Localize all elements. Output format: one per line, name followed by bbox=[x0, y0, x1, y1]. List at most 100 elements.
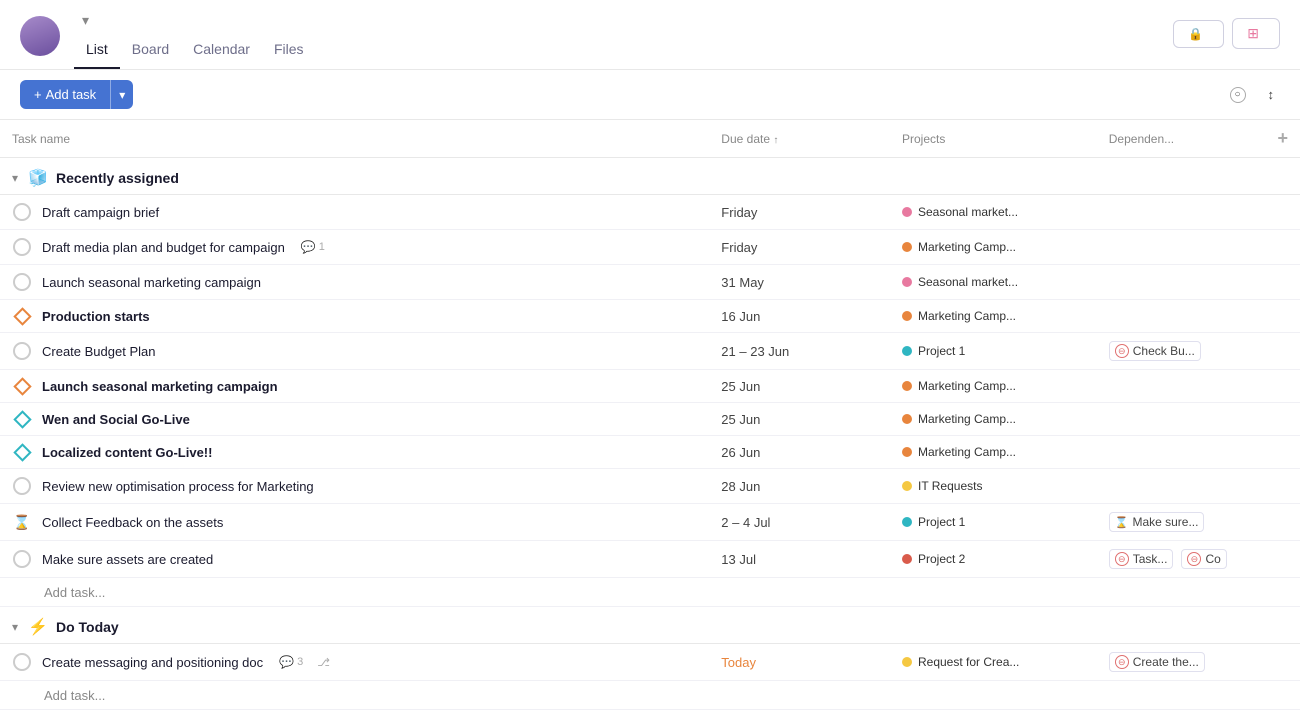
task-icon bbox=[12, 653, 32, 671]
task-icon bbox=[12, 413, 32, 426]
task-depends-cell bbox=[1097, 469, 1266, 504]
project-name: Marketing Camp... bbox=[918, 445, 1016, 459]
project-badge[interactable]: Project 1 bbox=[902, 344, 1085, 358]
col-header-depends: Dependen... bbox=[1097, 120, 1266, 158]
task-project-cell: Seasonal market... bbox=[890, 265, 1097, 300]
project-badge[interactable]: Marketing Camp... bbox=[902, 309, 1085, 323]
project-badge[interactable]: Project 1 bbox=[902, 515, 1085, 529]
table-row[interactable]: ⌛ Collect Feedback on the assets 2 – 4 J… bbox=[0, 504, 1300, 541]
tab-calendar[interactable]: Calendar bbox=[181, 35, 262, 69]
task-name[interactable]: Create messaging and positioning doc bbox=[42, 655, 263, 670]
task-project-cell: Project 1 bbox=[890, 504, 1097, 541]
table-row[interactable]: Review new optimisation process for Mark… bbox=[0, 469, 1300, 504]
project-dot bbox=[902, 447, 912, 457]
task-name-cell: Create Budget Plan bbox=[0, 333, 709, 370]
col-header-due[interactable]: Due date ↑ bbox=[709, 120, 890, 158]
table-row[interactable]: Make sure assets are created 13 Jul Proj… bbox=[0, 541, 1300, 578]
section-collapse-recently-assigned[interactable]: ▾ bbox=[12, 171, 18, 185]
due-date: 13 Jul bbox=[721, 552, 756, 567]
customize-button[interactable]: ⊞ bbox=[1232, 18, 1280, 49]
tab-board[interactable]: Board bbox=[120, 35, 181, 69]
task-name-cell: Draft campaign brief bbox=[0, 195, 709, 230]
project-badge[interactable]: Marketing Camp... bbox=[902, 445, 1085, 459]
task-due-cell: 28 Jun bbox=[709, 469, 890, 504]
task-add-cell bbox=[1265, 195, 1300, 230]
task-due-cell: 2 – 4 Jul bbox=[709, 504, 890, 541]
add-task-dropdown-button[interactable]: ▾ bbox=[110, 80, 133, 109]
comment-badge: 💬 3 bbox=[279, 655, 303, 669]
project-badge[interactable]: IT Requests bbox=[902, 479, 1085, 493]
task-depends-cell bbox=[1097, 436, 1266, 469]
task-name-cell: Review new optimisation process for Mark… bbox=[0, 469, 709, 504]
project-name: Project 2 bbox=[918, 552, 965, 566]
task-icon bbox=[12, 310, 32, 323]
task-depends-cell: ⊖ Task... ⊖ Co bbox=[1097, 541, 1266, 578]
table-row[interactable]: Create messaging and positioning doc 💬 3… bbox=[0, 644, 1300, 681]
title-dropdown-icon[interactable]: ▾ bbox=[82, 12, 89, 29]
col-header-add[interactable]: + bbox=[1265, 120, 1300, 158]
avatar[interactable] bbox=[20, 16, 60, 56]
project-dot bbox=[902, 207, 912, 217]
task-due-cell: Friday bbox=[709, 230, 890, 265]
tab-list[interactable]: List bbox=[74, 35, 120, 69]
col-header-name: Task name bbox=[0, 120, 709, 158]
task-add-cell bbox=[1265, 469, 1300, 504]
table-row[interactable]: Launch seasonal marketing campaign 25 Ju… bbox=[0, 370, 1300, 403]
table-row[interactable]: Wen and Social Go-Live 25 Jun Marketing … bbox=[0, 403, 1300, 436]
task-add-cell bbox=[1265, 504, 1300, 541]
task-icon bbox=[12, 380, 32, 393]
project-dot bbox=[902, 481, 912, 491]
table-row[interactable]: Draft media plan and budget for campaign… bbox=[0, 230, 1300, 265]
table-row[interactable]: Production starts 16 Jun Marketing Camp.… bbox=[0, 300, 1300, 333]
task-name[interactable]: Wen and Social Go-Live bbox=[42, 412, 190, 427]
project-badge[interactable]: Request for Crea... bbox=[902, 655, 1085, 669]
task-name[interactable]: Draft media plan and budget for campaign bbox=[42, 240, 285, 255]
task-depends-cell bbox=[1097, 403, 1266, 436]
table-row[interactable]: Localized content Go-Live!! 26 Jun Marke… bbox=[0, 436, 1300, 469]
table-row[interactable]: Launch seasonal marketing campaign 31 Ma… bbox=[0, 265, 1300, 300]
project-badge[interactable]: Marketing Camp... bbox=[902, 379, 1085, 393]
dependency-badge: ⊖ Check Bu... bbox=[1109, 341, 1201, 361]
due-date: 2 – 4 Jul bbox=[721, 515, 770, 530]
project-badge[interactable]: Seasonal market... bbox=[902, 205, 1085, 219]
add-task-link[interactable]: Add task... bbox=[44, 688, 105, 703]
task-icon bbox=[12, 203, 32, 221]
task-project-cell: Marketing Camp... bbox=[890, 370, 1097, 403]
tab-files[interactable]: Files bbox=[262, 35, 316, 69]
table-row[interactable]: Create Budget Plan 21 – 23 Jun Project 1… bbox=[0, 333, 1300, 370]
task-name[interactable]: Production starts bbox=[42, 309, 150, 324]
project-badge[interactable]: Seasonal market... bbox=[902, 275, 1085, 289]
table-row[interactable]: Draft campaign brief Friday Seasonal mar… bbox=[0, 195, 1300, 230]
task-name[interactable]: Draft campaign brief bbox=[42, 205, 159, 220]
filter-button[interactable]: ○ bbox=[1230, 87, 1252, 103]
task-name[interactable]: Launch seasonal marketing campaign bbox=[42, 275, 261, 290]
task-name-cell: Draft media plan and budget for campaign… bbox=[0, 230, 709, 265]
share-button[interactable]: 🔒 bbox=[1173, 20, 1224, 48]
add-task-button[interactable]: + Add task bbox=[20, 80, 110, 109]
section-collapse-do-today[interactable]: ▾ bbox=[12, 620, 18, 634]
task-name-cell: Make sure assets are created bbox=[0, 541, 709, 578]
task-depends-cell: ⌛ Make sure... bbox=[1097, 504, 1266, 541]
task-name[interactable]: Localized content Go-Live!! bbox=[42, 445, 212, 460]
task-name[interactable]: Create Budget Plan bbox=[42, 344, 155, 359]
project-dot bbox=[902, 517, 912, 527]
due-date: 16 Jun bbox=[721, 309, 760, 324]
header: ▾ List Board Calendar Files 🔒 ⊞ bbox=[0, 0, 1300, 70]
subtask-icon: ⎇ bbox=[317, 656, 330, 669]
project-badge[interactable]: Marketing Camp... bbox=[902, 240, 1085, 254]
project-name: Project 1 bbox=[918, 344, 965, 358]
project-badge[interactable]: Marketing Camp... bbox=[902, 412, 1085, 426]
project-badge[interactable]: Project 2 bbox=[902, 552, 1085, 566]
comment-icon: 💬 bbox=[301, 240, 316, 254]
task-due-cell: 16 Jun bbox=[709, 300, 890, 333]
task-name[interactable]: Make sure assets are created bbox=[42, 552, 213, 567]
task-add-cell bbox=[1265, 230, 1300, 265]
task-name[interactable]: Launch seasonal marketing campaign bbox=[42, 379, 278, 394]
due-date: 21 – 23 Jun bbox=[721, 344, 789, 359]
sort-button[interactable]: ↕ bbox=[1268, 87, 1281, 102]
add-task-link[interactable]: Add task... bbox=[44, 585, 105, 600]
task-name[interactable]: Collect Feedback on the assets bbox=[42, 515, 223, 530]
task-name[interactable]: Review new optimisation process for Mark… bbox=[42, 479, 314, 494]
add-task-label: Add task bbox=[46, 87, 97, 102]
task-add-cell bbox=[1265, 300, 1300, 333]
